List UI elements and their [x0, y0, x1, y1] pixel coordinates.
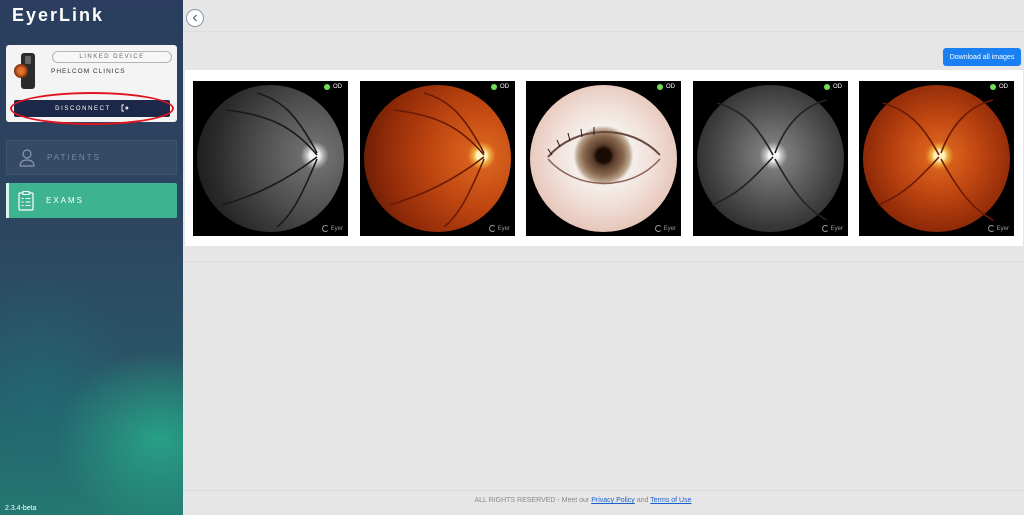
- exam-image-thumbnail[interactable]: OD Eyer: [193, 81, 348, 236]
- eyer-logo-icon: [488, 225, 496, 232]
- eyer-watermark: Eyer: [987, 225, 1009, 232]
- exam-image-thumbnail[interactable]: OD Eyer: [360, 81, 515, 236]
- eye-side-badge: OD: [324, 84, 342, 90]
- exam-image-thumbnail[interactable]: OD Eyer: [526, 81, 681, 236]
- eyer-watermark: Eyer: [321, 225, 343, 232]
- retina-vessels: [711, 99, 828, 221]
- eyer-logo-icon: [821, 225, 829, 232]
- eyelid-outline: [547, 127, 661, 185]
- eyer-watermark: Eyer: [488, 225, 510, 232]
- terms-of-use-link[interactable]: Terms of Use: [650, 497, 691, 504]
- sidebar: EyerLink LINKED DEVICE PHELCOM CLINICS D…: [0, 0, 183, 515]
- camera-device-icon: [11, 51, 41, 91]
- nav-item-exams[interactable]: EXAMS: [6, 183, 177, 218]
- eye-side-badge: OD: [657, 84, 675, 90]
- nav-item-patients[interactable]: PATIENTS: [6, 140, 177, 175]
- footer-divider: [183, 490, 1024, 491]
- eye-side-badge: OD: [491, 84, 509, 90]
- eyer-watermark: Eyer: [654, 225, 676, 232]
- app-logo: EyerLink: [12, 5, 105, 25]
- retina-vessels: [877, 99, 994, 221]
- device-name: PHELCOM CLINICS: [51, 68, 126, 75]
- person-icon: [7, 148, 47, 167]
- back-button[interactable]: [186, 9, 204, 27]
- footer-text: ALL RIGHTS RESERVED - Meet our: [474, 497, 590, 504]
- status-dot-icon: [824, 84, 830, 90]
- nav-label-patients: PATIENTS: [47, 153, 101, 162]
- retina-vessels: [221, 92, 318, 228]
- clipboard-checklist-icon: [6, 190, 46, 211]
- eyer-logo-icon: [987, 225, 995, 232]
- nav-label-exams: EXAMS: [46, 196, 85, 205]
- retina-vessels: [388, 92, 485, 228]
- exam-image-thumbnail[interactable]: OD Eyer: [859, 81, 1014, 236]
- exam-image-thumbnail[interactable]: OD Eyer: [693, 81, 848, 236]
- disconnect-button[interactable]: DISCONNECT: [14, 100, 170, 117]
- status-dot-icon: [657, 84, 663, 90]
- logout-icon: [121, 104, 129, 114]
- status-dot-icon: [491, 84, 497, 90]
- eye-side-badge: OD: [990, 84, 1008, 90]
- status-dot-icon: [324, 84, 330, 90]
- page-footer: ALL RIGHTS RESERVED - Meet our Privacy P…: [183, 497, 983, 504]
- status-dot-icon: [990, 84, 996, 90]
- eyer-logo-icon: [654, 225, 662, 232]
- footer-conjunction: and: [636, 497, 649, 504]
- header-divider: [183, 31, 1024, 32]
- chevron-left-icon: [191, 9, 199, 27]
- eyer-watermark: Eyer: [821, 225, 843, 232]
- linked-device-badge: LINKED DEVICE: [52, 51, 172, 63]
- content-divider: [183, 261, 1024, 262]
- disconnect-label: DISCONNECT: [55, 105, 111, 112]
- privacy-policy-link[interactable]: Privacy Policy: [591, 497, 635, 504]
- exam-image-gallery: OD Eyer OD Eyer OD Eyer OD Eyer OD Eyer: [185, 70, 1023, 246]
- eye-side-badge: OD: [824, 84, 842, 90]
- app-version: 2.3.4-beta: [5, 505, 37, 512]
- download-all-images-button[interactable]: Download all images: [943, 48, 1021, 66]
- eyer-logo-icon: [321, 225, 329, 232]
